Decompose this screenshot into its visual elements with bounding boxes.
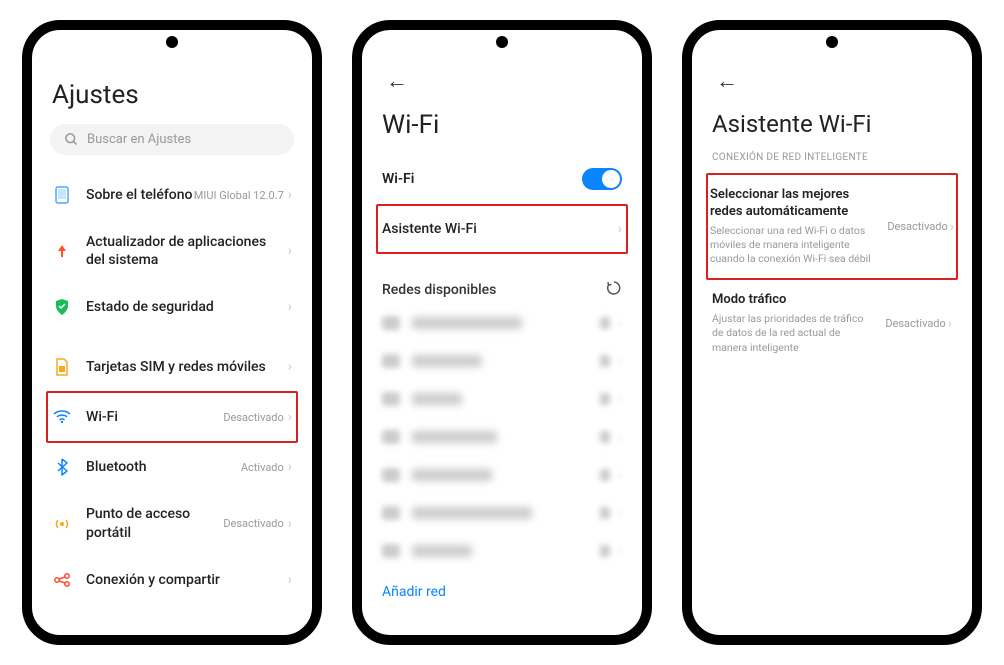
auto-select-title: Seleccionar las mejores redes automática…: [710, 187, 879, 221]
share-icon: [52, 570, 72, 590]
refresh-icon[interactable]: [606, 280, 622, 300]
bluetooth-label: Bluetooth: [86, 458, 241, 476]
chevron-right-icon: ›: [288, 409, 292, 425]
page-title: Asistente Wi-Fi: [712, 110, 954, 138]
camera-notch: [826, 36, 838, 48]
row-bluetooth[interactable]: Bluetooth Activado ›: [50, 443, 294, 491]
back-button[interactable]: ←: [710, 64, 744, 98]
traffic-title: Modo tráfico: [712, 292, 877, 309]
network-row[interactable]: ›: [380, 456, 624, 494]
security-label: Estado de seguridad: [86, 298, 288, 316]
update-icon: [52, 241, 72, 261]
row-connection-sharing[interactable]: Conexión y compartir ›: [50, 556, 294, 604]
chevron-right-icon: ›: [618, 221, 622, 237]
about-label: Sobre el teléfono: [86, 186, 194, 204]
row-wifi-assistant[interactable]: Asistente Wi-Fi ›: [376, 204, 628, 254]
search-icon: [64, 132, 79, 147]
row-wifi-toggle[interactable]: Wi-Fi: [380, 154, 624, 204]
network-row[interactable]: ›: [380, 494, 624, 532]
assistant-label: Asistente Wi-Fi: [382, 220, 618, 238]
chevron-right-icon: ›: [288, 359, 292, 375]
wifi-toggle-label: Wi-Fi: [382, 170, 582, 188]
search-input[interactable]: Buscar en Ajustes: [50, 124, 294, 155]
row-traffic-mode[interactable]: Modo tráfico Ajustar las prioridades de …: [710, 280, 954, 366]
network-row[interactable]: ›: [380, 304, 624, 342]
shield-icon: [52, 297, 72, 317]
wifi-label: Wi-Fi: [86, 408, 223, 426]
row-wifi[interactable]: Wi-Fi Desactivado ›: [46, 391, 298, 443]
camera-notch: [166, 36, 178, 48]
bluetooth-icon: [52, 457, 72, 477]
updater-label: Actualizador de aplicaciones del sistema: [86, 233, 288, 269]
wifi-icon: [52, 407, 72, 427]
wifi-value: Desactivado: [223, 411, 283, 424]
network-row[interactable]: ›: [380, 380, 624, 418]
available-networks-label: Redes disponibles: [382, 282, 606, 298]
row-system-updater[interactable]: Actualizador de aplicaciones del sistema…: [50, 219, 294, 283]
row-security-status[interactable]: Estado de seguridad ›: [50, 283, 294, 331]
traffic-value: Desactivado: [885, 317, 945, 330]
network-row[interactable]: ›: [380, 418, 624, 456]
back-button[interactable]: ←: [380, 64, 414, 98]
phone-settings: Ajustes Buscar en Ajustes Sobre el teléf…: [22, 20, 322, 645]
wifi-toggle[interactable]: [582, 168, 622, 190]
row-about-phone[interactable]: Sobre el teléfono MIUI Global 12.0.7 ›: [50, 171, 294, 219]
section-header: CONEXIÓN DE RED INTELIGENTE: [712, 152, 952, 163]
camera-notch: [496, 36, 508, 48]
row-auto-select-network[interactable]: Seleccionar las mejores redes automática…: [706, 173, 958, 280]
chevron-right-icon: ›: [288, 243, 292, 259]
traffic-desc: Ajustar las prioridades de tráfico de da…: [712, 312, 877, 355]
row-sim-cards[interactable]: Tarjetas SIM y redes móviles ›: [50, 343, 294, 391]
hotspot-value: Desactivado: [223, 517, 283, 530]
sim-label: Tarjetas SIM y redes móviles: [86, 358, 288, 376]
phone-wifi: ← Wi-Fi Wi-Fi Asistente Wi-Fi › Redes di…: [352, 20, 652, 645]
chevron-right-icon: ›: [288, 299, 292, 315]
chevron-right-icon: ›: [950, 219, 954, 235]
phone-icon: [52, 185, 72, 205]
chevron-right-icon: ›: [288, 459, 292, 475]
auto-select-desc: Seleccionar una red Wi-Fi o datos móvile…: [710, 224, 879, 267]
phone-wifi-assistant: ← Asistente Wi-Fi CONEXIÓN DE RED INTELI…: [682, 20, 982, 645]
search-placeholder: Buscar en Ajustes: [87, 132, 191, 147]
sim-icon: [52, 357, 72, 377]
row-hotspot[interactable]: Punto de acceso portátil Desactivado ›: [50, 491, 294, 555]
network-row[interactable]: ›: [380, 342, 624, 380]
add-network-link[interactable]: Añadir red: [380, 570, 624, 604]
page-title: Ajustes: [52, 80, 294, 110]
page-title: Wi-Fi: [382, 110, 624, 140]
chevron-right-icon: ›: [948, 316, 952, 332]
hotspot-label: Punto de acceso portátil: [86, 505, 223, 541]
about-value: MIUI Global 12.0.7: [194, 189, 284, 202]
chevron-right-icon: ›: [288, 516, 292, 532]
hotspot-icon: [52, 514, 72, 534]
share-label: Conexión y compartir: [86, 571, 288, 589]
bluetooth-value: Activado: [241, 461, 284, 474]
auto-select-value: Desactivado: [887, 220, 947, 233]
chevron-right-icon: ›: [288, 187, 292, 203]
chevron-right-icon: ›: [288, 572, 292, 588]
network-row[interactable]: ›: [380, 532, 624, 570]
